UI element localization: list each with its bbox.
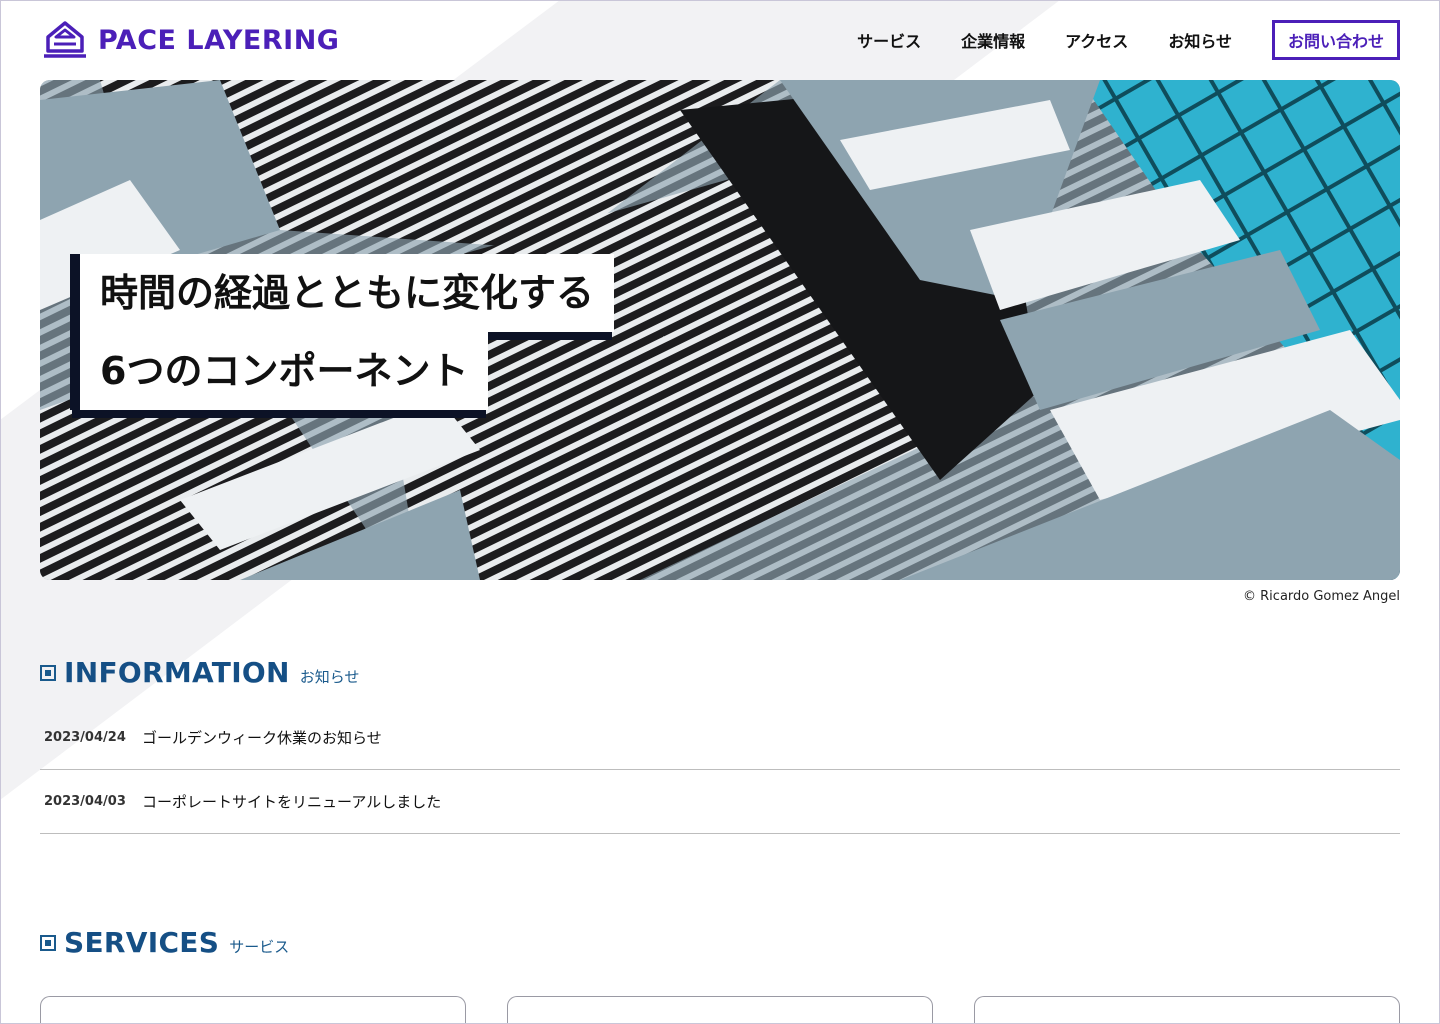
information-heading-ja: お知らせ — [299, 668, 360, 686]
hero-banner: 時間の経過とともに変化する 6つのコンポーネント — [40, 80, 1400, 580]
site-logo[interactable]: PACE LAYERING — [44, 20, 339, 60]
contact-button[interactable]: お問い合わせ — [1272, 20, 1400, 60]
nav-item-news[interactable]: お知らせ — [1168, 28, 1232, 52]
site-header: PACE LAYERING サービス 企業情報 アクセス お知らせ お問い合わせ — [0, 0, 1440, 80]
service-card[interactable] — [507, 996, 933, 1024]
information-heading-en: INFORMATION — [64, 656, 290, 689]
photo-credit: © Ricardo Gomez Angel — [1243, 589, 1400, 604]
hero-title-line-2: 6つのコンポーネント — [70, 332, 489, 410]
information-heading: INFORMATION お知らせ — [40, 656, 359, 689]
services-heading-ja: サービス — [229, 938, 290, 956]
news-title-link[interactable]: ゴールデンウィーク休業のお知らせ — [142, 727, 382, 748]
service-card[interactable] — [974, 996, 1400, 1024]
news-item[interactable]: 2023/04/24 ゴールデンウィーク休業のお知らせ — [40, 706, 1400, 770]
news-list: 2023/04/24 ゴールデンウィーク休業のお知らせ 2023/04/03 コ… — [40, 706, 1400, 834]
services-heading: SERVICES サービス — [40, 926, 289, 959]
services-heading-en: SERVICES — [64, 926, 220, 959]
news-title-link[interactable]: コーポレートサイトをリニューアルしました — [142, 791, 441, 812]
news-date: 2023/04/24 — [44, 730, 126, 745]
nav-item-access[interactable]: アクセス — [1065, 28, 1128, 52]
nav-item-services[interactable]: サービス — [857, 28, 921, 52]
hero-title-line-1: 時間の経過とともに変化する — [70, 254, 615, 332]
news-date: 2023/04/03 — [44, 794, 126, 809]
brand-name: PACE LAYERING — [98, 24, 340, 56]
global-nav: サービス 企業情報 アクセス お知らせ お問い合わせ — [857, 20, 1400, 60]
square-bullet-icon — [40, 664, 56, 681]
service-card[interactable] — [40, 996, 466, 1024]
house-layers-icon — [44, 21, 86, 58]
news-item[interactable]: 2023/04/03 コーポレートサイトをリニューアルしました — [40, 770, 1400, 834]
nav-item-company[interactable]: 企業情報 — [961, 28, 1025, 52]
square-bullet-icon — [40, 934, 56, 951]
